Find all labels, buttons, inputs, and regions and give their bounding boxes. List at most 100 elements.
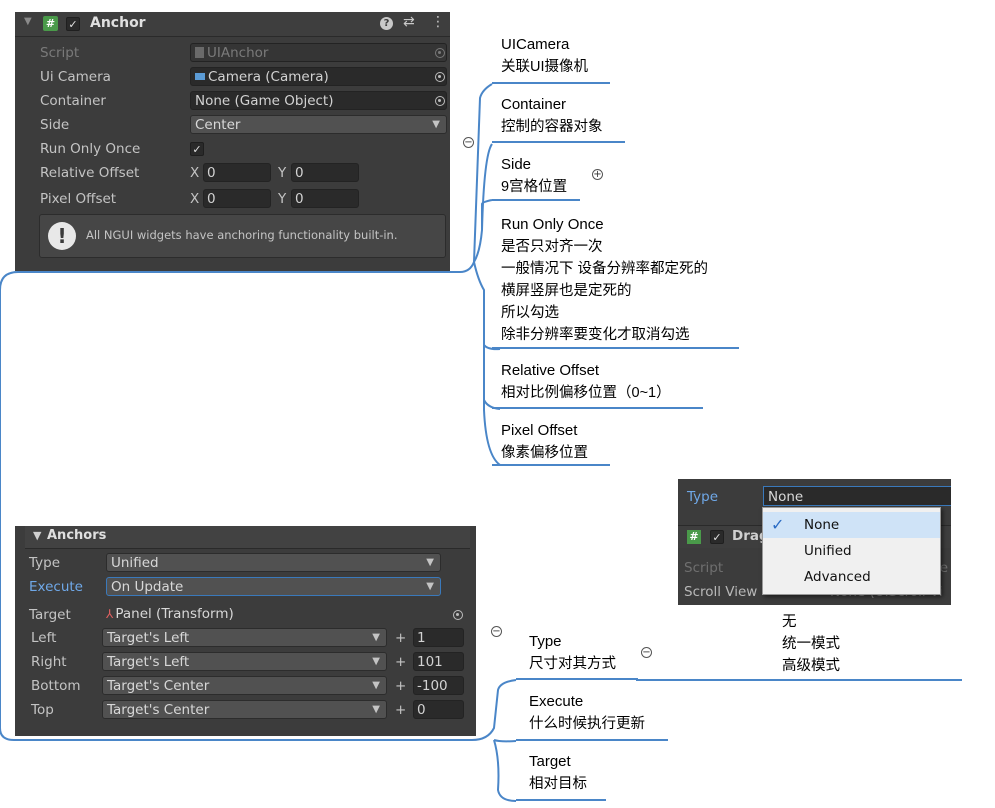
node-target-underline: [516, 799, 606, 801]
script-hash-icon: #: [43, 16, 58, 31]
bottom-offset-field[interactable]: -100: [413, 676, 464, 695]
plus-sign: +: [395, 630, 407, 646]
bg-enabled-checkbox: ✓: [710, 530, 724, 544]
plus-sign: +: [395, 702, 407, 718]
type-popup-screenshot: Type None # ✓ Drag Script ie Scroll View…: [678, 479, 951, 605]
container-field[interactable]: None (Game Object): [190, 91, 447, 110]
target-field[interactable]: ⅄ Panel (Transform): [106, 605, 446, 624]
collapse-icon[interactable]: −: [463, 137, 474, 148]
anchors-header[interactable]: ▼ Anchors: [25, 526, 470, 549]
left-offset-field[interactable]: 1: [413, 628, 464, 647]
ui-camera-field[interactable]: Camera (Camera): [190, 67, 447, 86]
relative-offset-x-field[interactable]: 0: [203, 163, 271, 182]
node-side: Side 9宫格位置: [501, 156, 568, 195]
node-run-only-once: Run Only Once 是否只对齐一次 一般情况下 设备分辨率都定死的 横屏…: [501, 216, 709, 343]
side-label: Side: [40, 117, 70, 133]
top-dropdown[interactable]: Target's Center ▼: [102, 700, 387, 719]
target-label: Target: [29, 607, 71, 623]
node-uicamera-underline: [492, 82, 610, 84]
menu-item-none[interactable]: ✓ None: [763, 512, 940, 538]
node-side-underline: [492, 199, 580, 201]
component-title: Anchor: [90, 15, 146, 31]
enabled-checkbox[interactable]: ✓: [66, 17, 80, 31]
type-notes: 无 统一模式 高级模式: [782, 614, 840, 674]
menu-item-advanced[interactable]: Advanced: [763, 564, 940, 590]
popup-type-field[interactable]: None: [763, 486, 951, 506]
expand-icon[interactable]: +: [592, 169, 603, 180]
left-dropdown[interactable]: Target's Left ▼: [102, 628, 387, 647]
foldout-arrow-icon[interactable]: ▼: [33, 529, 41, 542]
top-offset-field[interactable]: 0: [413, 700, 464, 719]
plus-sign: +: [395, 654, 407, 670]
container-label: Container: [40, 93, 106, 109]
help-text: All NGUI widgets have anchoring function…: [86, 228, 398, 242]
relative-offset-y-field[interactable]: 0: [291, 163, 359, 182]
container-picker-icon[interactable]: [435, 96, 445, 106]
foldout-arrow-icon[interactable]: ▼: [24, 16, 32, 27]
node-pixel-offset-underline: [492, 464, 610, 466]
script-picker-icon: [435, 48, 445, 58]
right-label: Right: [31, 654, 67, 670]
pixel-offset-label: Pixel Offset: [40, 191, 117, 207]
ui-camera-label: Ui Camera: [40, 69, 111, 85]
bottom-dropdown[interactable]: Target's Center ▼: [102, 676, 387, 695]
node-relative-offset: Relative Offset 相对比例偏移位置（0~1）: [501, 362, 671, 401]
popup-type-label: Type: [687, 489, 719, 505]
chevron-down-icon: ▼: [372, 680, 380, 691]
right-dropdown[interactable]: Target's Left ▼: [102, 652, 387, 671]
node-pixel-offset: Pixel Offset 像素偏移位置: [501, 422, 588, 461]
right-offset-field[interactable]: 101: [413, 652, 464, 671]
type-dropdown[interactable]: Unified ▼: [106, 553, 441, 572]
pixel-offset-x-label: X: [190, 191, 200, 207]
warning-icon: !: [48, 222, 76, 250]
node-relative-offset-underline: [492, 407, 703, 409]
anchor-inspector: ▼ # ✓ Anchor ? ⇄ ⋮ Script UIAnchor Ui Ca…: [15, 12, 450, 271]
script-field: UIAnchor: [190, 43, 447, 62]
node-type-underline: [516, 678, 638, 680]
relative-offset-label: Relative Offset: [40, 165, 140, 181]
pixel-offset-x-field[interactable]: 0: [203, 189, 271, 208]
pixel-offset-y-field[interactable]: 0: [291, 189, 359, 208]
chevron-down-icon: ▼: [372, 704, 380, 715]
node-type: Type 尺寸对其方式: [529, 633, 616, 672]
help-icon[interactable]: ?: [380, 17, 393, 30]
run-only-once-checkbox[interactable]: ✓: [190, 142, 204, 156]
node-container: Container 控制的容器对象: [501, 96, 603, 135]
chevron-down-icon: ▼: [432, 119, 440, 130]
more-menu-icon[interactable]: ⋮: [431, 14, 445, 30]
type-label: Type: [29, 555, 61, 571]
menu-item-unified[interactable]: Unified: [763, 538, 940, 564]
collapse-icon[interactable]: −: [491, 626, 502, 637]
plus-sign: +: [395, 678, 407, 694]
top-root-line: [0, 271, 460, 291]
node-target: Target 相对目标: [529, 753, 587, 792]
node-execute: Execute 什么时候执行更新: [529, 693, 645, 732]
bottom-label: Bottom: [31, 678, 81, 694]
ui-camera-picker-icon[interactable]: [435, 72, 445, 82]
bg-script-label: Script: [684, 560, 724, 576]
target-picker-icon[interactable]: [453, 610, 463, 620]
help-box: ! All NGUI widgets have anchoring functi…: [39, 214, 446, 258]
execute-label: Execute: [29, 579, 83, 595]
anchors-title: Anchors: [47, 528, 107, 543]
node-execute-underline: [516, 739, 668, 741]
run-only-once-label: Run Only Once: [40, 141, 141, 157]
chevron-down-icon: ▼: [372, 656, 380, 667]
pixel-offset-y-label: Y: [278, 191, 287, 207]
chevron-down-icon: ▼: [426, 557, 434, 568]
top-label: Top: [31, 702, 54, 718]
execute-dropdown[interactable]: On Update ▼: [106, 577, 441, 596]
preset-icon[interactable]: ⇄: [403, 14, 415, 30]
node-run-only-once-underline: [492, 347, 739, 349]
script-file-icon: [195, 47, 204, 58]
script-hash-icon: #: [687, 530, 701, 544]
chevron-down-icon: ▼: [372, 632, 380, 643]
bg-scroll-view-label: Scroll View: [684, 584, 758, 600]
collapse-icon[interactable]: −: [641, 647, 652, 658]
script-label: Script: [40, 45, 80, 61]
left-label: Left: [31, 630, 57, 646]
component-header[interactable]: ▼ # ✓ Anchor ? ⇄ ⋮: [15, 12, 450, 37]
chevron-down-icon: ▼: [426, 581, 434, 592]
side-dropdown[interactable]: Center ▼: [190, 115, 447, 134]
transform-icon: ⅄: [106, 607, 114, 621]
